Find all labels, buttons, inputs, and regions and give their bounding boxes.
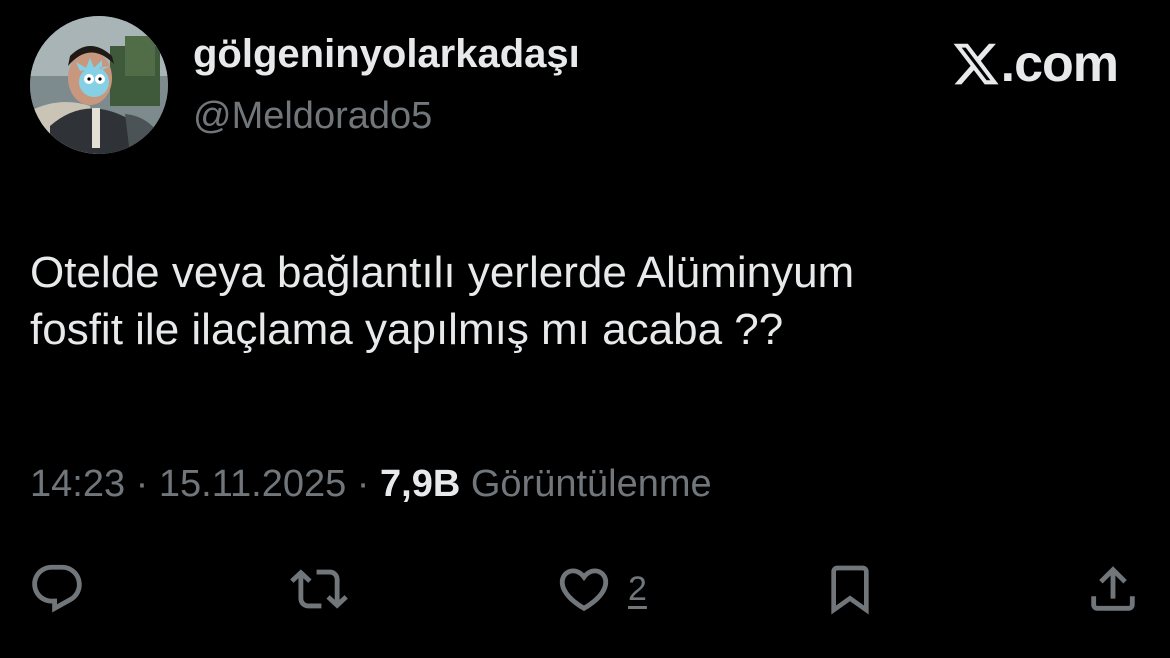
share-icon xyxy=(1091,566,1135,611)
meta-separator: · xyxy=(125,463,159,505)
bookmark-button[interactable] xyxy=(822,556,878,622)
avatar[interactable] xyxy=(30,16,168,154)
like-button[interactable]: 2 xyxy=(554,556,647,622)
tweet-date[interactable]: 15.11.2025 xyxy=(159,463,346,505)
views-count: 7,9B xyxy=(380,463,461,505)
views-label: Görüntülenme xyxy=(460,463,712,505)
reply-button[interactable] xyxy=(28,556,86,622)
like-count[interactable]: 2 xyxy=(628,570,647,609)
tweet-time[interactable]: 14:23 xyxy=(30,463,125,505)
tweet-text-line: Otelde veya bağlantılı yerlerde Alüminyu… xyxy=(30,248,855,297)
share-button[interactable] xyxy=(1084,556,1142,622)
retweet-button[interactable] xyxy=(286,556,352,622)
brand-text: .com xyxy=(1000,35,1119,93)
tweet-text: Otelde veya bağlantılı yerlerde Alüminyu… xyxy=(30,244,1130,358)
action-bar: 2 xyxy=(0,556,1170,626)
tweet-meta: 14:23 · 15.11.2025 · 7,9B Görüntülenme xyxy=(30,462,712,508)
display-name[interactable]: gölgeninyolarkadaşı xyxy=(193,30,580,78)
retweet-icon xyxy=(290,569,348,609)
profile-photo xyxy=(30,16,168,154)
brand-watermark: .com xyxy=(951,34,1119,94)
bookmark-icon xyxy=(831,565,869,615)
heart-icon xyxy=(559,568,609,612)
user-handle[interactable]: @Meldorado5 xyxy=(193,94,432,140)
reply-icon xyxy=(32,564,82,613)
meta-separator: · xyxy=(346,463,381,505)
x-logo-icon xyxy=(953,43,999,85)
tweet-text-line: fosfit ile ilaçlama yapılmış mı acaba ?? xyxy=(30,305,784,355)
